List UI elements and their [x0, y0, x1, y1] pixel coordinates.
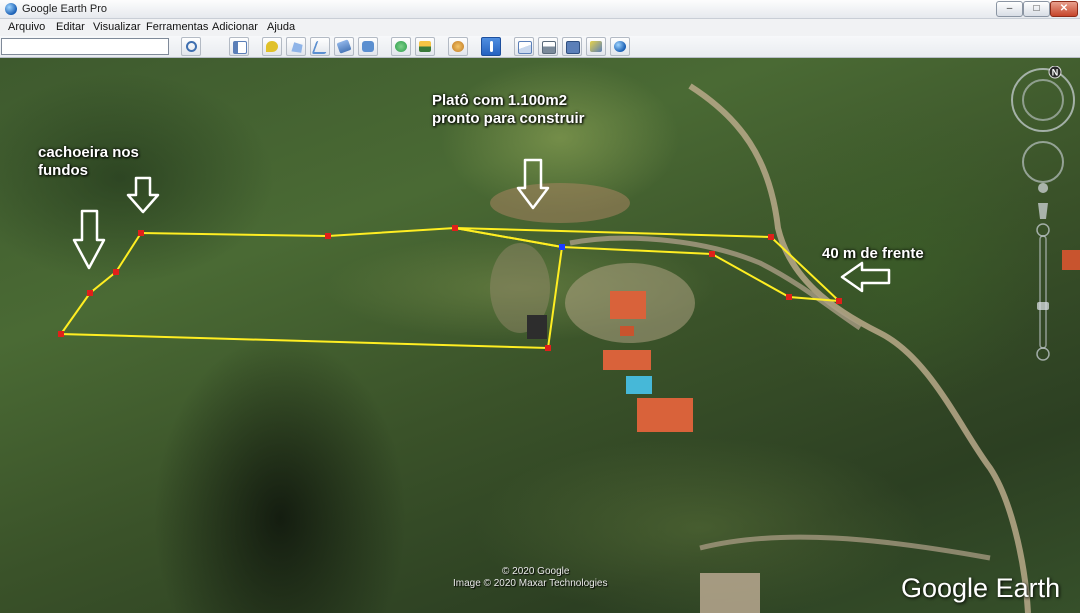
sunlight-button[interactable] — [415, 37, 435, 56]
distant-house — [700, 573, 760, 613]
ruler-button[interactable] — [481, 37, 501, 56]
annotation-frente: 40 m de frente — [822, 245, 924, 262]
view-in-maps-button[interactable] — [586, 37, 606, 56]
shed-roof — [527, 315, 547, 339]
zoom-slider-track[interactable] — [1039, 235, 1047, 349]
planets-button[interactable] — [448, 37, 468, 56]
house-roof-middle — [603, 350, 651, 370]
menu-ajuda[interactable]: Ajuda — [267, 21, 295, 33]
earth-gallery-button[interactable] — [610, 37, 630, 56]
annotation-cachoeira-text: cachoeira nos fundos — [38, 144, 139, 179]
image-overlay-icon — [336, 39, 352, 54]
email-button[interactable] — [514, 37, 534, 56]
save-image-icon — [566, 41, 580, 54]
add-image-overlay-button[interactable] — [334, 37, 354, 56]
earth-gallery-icon — [614, 41, 626, 52]
look-ring[interactable] — [1011, 68, 1075, 132]
planets-icon — [452, 41, 464, 52]
vertex[interactable] — [768, 234, 774, 240]
record-tour-button[interactable] — [358, 37, 378, 56]
menu-visualizar[interactable]: Visualizar — [93, 21, 141, 33]
menu-adicionar[interactable]: Adicionar — [212, 21, 258, 33]
vertex[interactable] — [709, 251, 715, 257]
path-icon — [311, 41, 331, 54]
window-title: Google Earth Pro — [22, 3, 107, 15]
print-button[interactable] — [538, 37, 558, 56]
zoom-in-icon[interactable] — [1036, 223, 1050, 237]
map-view[interactable]: Platô com 1.100m2 pronto para construir … — [0, 58, 1080, 613]
zoom-slider-handle[interactable] — [1037, 302, 1049, 310]
toolbar — [0, 36, 1080, 58]
menu-bar: Arquivo Editar Visualizar Ferramentas Ad… — [0, 19, 1080, 36]
maximize-button[interactable]: □ — [1023, 1, 1050, 17]
search-icon — [186, 41, 197, 52]
boundary-vertices — [58, 225, 842, 351]
historical-imagery-icon — [395, 41, 407, 52]
move-joystick[interactable] — [1022, 141, 1064, 183]
print-icon — [542, 41, 556, 54]
email-icon — [518, 41, 532, 54]
add-path-button[interactable] — [310, 37, 331, 56]
house-roof-small — [620, 326, 634, 336]
look-inner-ring — [1022, 79, 1064, 121]
menu-arquivo[interactable]: Arquivo — [8, 21, 45, 33]
vertex[interactable] — [545, 345, 551, 351]
vertex[interactable] — [786, 294, 792, 300]
close-button[interactable]: ✕ — [1050, 1, 1078, 17]
menu-ferramentas[interactable]: Ferramentas — [146, 21, 208, 33]
annotation-cachoeira: cachoeira nos fundos — [38, 144, 139, 180]
farm-road-lower — [699, 534, 991, 561]
google-earth-logo: Google Earth — [901, 573, 1061, 603]
add-polygon-button[interactable] — [286, 37, 306, 56]
pool — [626, 376, 652, 394]
vertex[interactable] — [138, 230, 144, 236]
vertex[interactable] — [836, 298, 842, 304]
google-earth-app-icon — [5, 3, 17, 15]
historical-imagery-button[interactable] — [391, 37, 411, 56]
minimize-button[interactable]: – — [996, 1, 1023, 17]
selected-vertex[interactable] — [559, 244, 565, 250]
search-input[interactable] — [1, 38, 169, 55]
arrow-left-frente-icon — [840, 261, 891, 293]
map-imagery-overlay — [58, 83, 1080, 613]
property-boundary-west — [59, 226, 564, 350]
street-view-pegman-icon[interactable] — [1038, 183, 1049, 219]
title-bar: Google Earth Pro – □ ✕ — [0, 0, 1080, 19]
navigation-controls: N — [1008, 66, 1078, 366]
credit-imagery: Image © 2020 Maxar Technologies — [453, 578, 608, 589]
house-roof-lower — [637, 398, 693, 432]
compass-north-label: N — [1052, 68, 1059, 78]
nav-controls-graphic: N — [1011, 66, 1075, 361]
sidebar-button[interactable] — [229, 37, 249, 56]
dirt-road — [688, 83, 1031, 613]
annotation-plato-text: Platô com 1.100m2 pronto para construir — [432, 92, 585, 127]
vertex[interactable] — [452, 225, 458, 231]
bare-ground-patch — [490, 183, 630, 223]
vertex[interactable] — [113, 269, 119, 275]
record-tour-icon — [362, 41, 374, 52]
polygon-icon — [291, 42, 303, 53]
arrow-down-fundos-icon — [126, 176, 160, 214]
vertex[interactable] — [58, 331, 64, 337]
save-image-button[interactable] — [562, 37, 582, 56]
house-roof-upper — [610, 291, 646, 319]
vertex[interactable] — [87, 290, 93, 296]
sunlight-icon — [419, 41, 431, 52]
search-button[interactable] — [181, 37, 201, 56]
add-placemark-button[interactable] — [262, 37, 282, 56]
menu-editar[interactable]: Editar — [56, 21, 85, 33]
placemark-icon — [266, 41, 278, 52]
zoom-out-icon[interactable] — [1036, 347, 1050, 361]
view-in-maps-icon — [590, 41, 602, 52]
arrow-down-cachoeira-icon — [72, 209, 106, 270]
sidebar-toggle-icon — [233, 41, 247, 54]
annotation-plato: Platô com 1.100m2 pronto para construir — [432, 92, 585, 128]
credit-google: © 2020 Google — [502, 566, 570, 577]
vertex[interactable] — [325, 233, 331, 239]
ruler-icon — [490, 41, 493, 52]
